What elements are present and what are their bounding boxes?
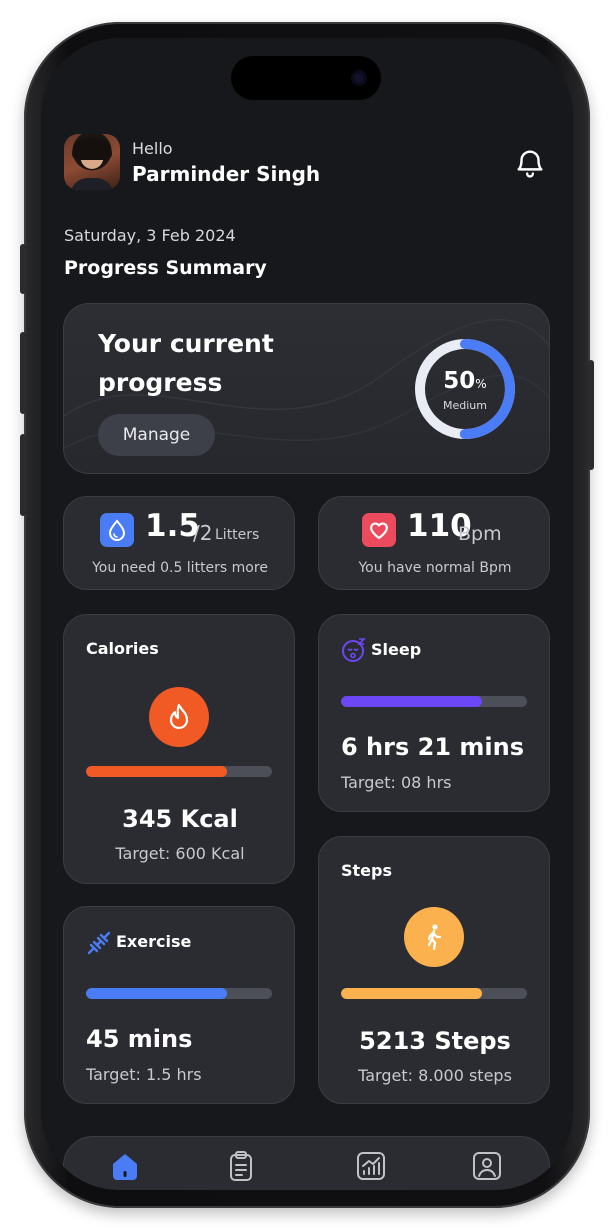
avatar[interactable] (64, 134, 120, 190)
water-card[interactable]: 1.5 /2 Litters You need 0.5 litters more (63, 496, 295, 590)
water-drop-icon (100, 513, 134, 547)
calories-label: Calories (86, 639, 159, 658)
progress-level: Medium (443, 399, 487, 412)
manage-button[interactable]: Manage (98, 414, 215, 456)
greeting: Hello (132, 139, 173, 158)
steps-progress-fill (341, 988, 483, 999)
exercise-value: 45 mins (86, 1025, 193, 1053)
water-subtitle: You need 0.5 litters more (92, 560, 268, 576)
profile-icon[interactable] (470, 1149, 504, 1183)
water-unit: Litters (215, 527, 260, 543)
silent-switch (20, 244, 26, 294)
walking-icon (404, 907, 464, 967)
chart-icon[interactable] (354, 1149, 388, 1183)
heart-rate-card[interactable]: 110 Bpm You have normal Bpm (318, 496, 550, 590)
home-icon[interactable] (108, 1149, 142, 1183)
steps-target: Target: 8.000 steps (358, 1066, 512, 1085)
bottom-nav (63, 1136, 550, 1190)
progress-title: Your current progress (98, 329, 274, 397)
power-button (588, 360, 594, 470)
steps-value: 5213 Steps (359, 1027, 511, 1055)
exercise-label: Exercise (116, 932, 192, 951)
exercise-progress-fill (86, 988, 228, 999)
bell-icon[interactable] (513, 146, 547, 180)
camera-icon (351, 70, 367, 86)
steps-label: Steps (341, 861, 392, 880)
calories-card[interactable]: Calories 345 Kcal Target: 600 Kcal (63, 614, 295, 884)
exercise-target: Target: 1.5 hrs (86, 1065, 202, 1084)
fire-icon (149, 687, 209, 747)
sleep-face-icon (342, 638, 366, 662)
steps-progress-bar (341, 988, 527, 999)
calories-target: Target: 600 Kcal (115, 844, 245, 863)
calories-progress-bar (86, 766, 272, 777)
progress-value: 50% (443, 368, 487, 394)
volume-down-button (20, 434, 26, 516)
sleep-card[interactable]: Sleep 6 hrs 21 mins Target: 08 hrs (318, 614, 550, 812)
sleep-progress-fill (341, 696, 483, 707)
dumbbell-icon (87, 931, 111, 955)
exercise-card[interactable]: Exercise 45 mins Target: 1.5 hrs (63, 906, 295, 1104)
sleep-value: 6 hrs 21 mins (341, 733, 524, 761)
volume-up-button (20, 332, 26, 414)
section-title: Progress Summary (64, 257, 267, 279)
steps-card[interactable]: Steps 5213 Steps Target: 8.000 steps (318, 836, 550, 1104)
dynamic-island (231, 56, 381, 100)
calories-progress-fill (86, 766, 228, 777)
exercise-progress-bar (86, 988, 272, 999)
water-amount: 1.5 (145, 508, 200, 544)
water-total: /2 (193, 521, 213, 545)
current-date: Saturday, 3 Feb 2024 (64, 226, 236, 245)
app-screen: Hello Parminder Singh Saturday, 3 Feb 20… (41, 38, 573, 1190)
sleep-target: Target: 08 hrs (341, 773, 452, 792)
heart-rate-subtitle: You have normal Bpm (358, 560, 512, 576)
heart-rate-unit: Bpm (458, 523, 502, 545)
sleep-label: Sleep (371, 640, 422, 659)
clipboard-icon[interactable] (224, 1149, 258, 1183)
sleep-progress-bar (341, 696, 527, 707)
calories-value: 345 Kcal (122, 805, 238, 833)
user-name: Parminder Singh (132, 162, 321, 186)
heart-icon (362, 513, 396, 547)
progress-card: Your current progress Manage 50% Medium (63, 303, 550, 474)
